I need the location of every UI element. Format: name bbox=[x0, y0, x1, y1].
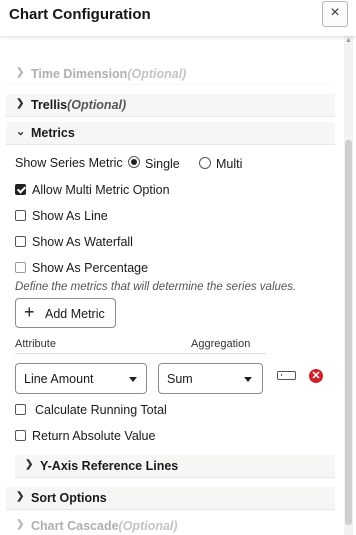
section-label: Chart Cascade bbox=[31, 519, 119, 533]
caret-down-icon bbox=[244, 377, 252, 382]
radio-single-label: Single bbox=[145, 157, 180, 171]
remove-icon: ✕ bbox=[311, 370, 321, 382]
caret-down-icon bbox=[129, 377, 137, 382]
close-button[interactable]: × bbox=[322, 1, 348, 27]
remove-button[interactable]: ✕ bbox=[309, 369, 323, 383]
allow-multi-checkbox[interactable] bbox=[15, 184, 26, 195]
chevron-right-icon: ❯ bbox=[16, 491, 25, 502]
section-sort-options[interactable]: ❯ Sort Options bbox=[6, 487, 335, 510]
section-label: Trellis bbox=[31, 98, 68, 112]
config-panel: ❯ Time Dimension(Optional) ❯ Trellis(Opt… bbox=[0, 36, 356, 535]
add-metric-label: Add Metric bbox=[45, 307, 105, 321]
section-label: Y-Axis Reference Lines bbox=[40, 459, 179, 473]
chevron-right-icon: ❯ bbox=[16, 98, 25, 109]
format-button[interactable] bbox=[277, 371, 296, 380]
metrics-hint: Define the metrics that will determine t… bbox=[15, 281, 297, 293]
attribute-value: Line Amount bbox=[24, 372, 94, 386]
section-time-dimension[interactable]: ❯ Time Dimension(Optional) bbox=[6, 66, 335, 85]
optional-tag: (Optional) bbox=[67, 98, 127, 112]
aggregation-select[interactable]: Sum bbox=[158, 363, 263, 394]
show-as-line-label: Show As Line bbox=[32, 209, 108, 223]
chevron-right-icon: ❯ bbox=[16, 519, 25, 530]
show-as-percentage-label: Show As Percentage bbox=[32, 261, 149, 275]
show-as-waterfall-label: Show As Waterfall bbox=[32, 235, 133, 249]
show-series-label: Show Series Metric bbox=[15, 156, 123, 170]
aggregation-header: Aggregation bbox=[191, 338, 251, 350]
section-label: Sort Options bbox=[31, 491, 107, 505]
radio-single[interactable] bbox=[128, 156, 140, 168]
format-icon bbox=[281, 374, 286, 376]
show-as-percentage-checkbox[interactable] bbox=[15, 262, 26, 273]
section-metrics[interactable]: ⌄ Metrics bbox=[6, 122, 335, 145]
radio-multi-label: Multi bbox=[216, 157, 243, 171]
dialog-header: Chart Configuration × bbox=[0, 0, 356, 36]
section-chart-cascade[interactable]: ❯ Chart Cascade(Optional) bbox=[6, 517, 335, 535]
section-label: Metrics bbox=[31, 126, 75, 140]
attribute-select[interactable]: Line Amount bbox=[15, 363, 147, 394]
running-total-checkbox[interactable] bbox=[15, 404, 26, 415]
section-trellis[interactable]: ❯ Trellis(Optional) bbox=[6, 94, 335, 117]
aggregation-value: Sum bbox=[167, 372, 193, 386]
show-as-line-checkbox[interactable] bbox=[15, 210, 26, 221]
allow-multi-label: Allow Multi Metric Option bbox=[32, 183, 170, 197]
show-as-waterfall-checkbox[interactable] bbox=[15, 236, 26, 247]
plus-icon: + bbox=[24, 302, 35, 322]
chevron-down-icon: ⌄ bbox=[16, 126, 26, 138]
attribute-header: Attribute bbox=[15, 338, 56, 350]
radio-multi[interactable] bbox=[199, 157, 211, 169]
optional-tag: (Optional) bbox=[127, 67, 187, 81]
dialog-title: Chart Configuration bbox=[9, 6, 151, 23]
optional-tag: (Optional) bbox=[118, 519, 178, 533]
header-divider bbox=[15, 353, 266, 354]
absolute-value-label: Return Absolute Value bbox=[32, 429, 156, 443]
absolute-value-checkbox[interactable] bbox=[15, 430, 26, 441]
chevron-right-icon: ❯ bbox=[25, 459, 34, 470]
close-icon: × bbox=[330, 4, 340, 21]
add-metric-button[interactable]: + Add Metric bbox=[15, 298, 116, 328]
section-y-axis-reference-lines[interactable]: ❯ Y-Axis Reference Lines bbox=[15, 455, 335, 478]
running-total-label: Calculate Running Total bbox=[35, 403, 167, 417]
chevron-right-icon: ❯ bbox=[16, 67, 25, 78]
section-label: Time Dimension bbox=[31, 67, 128, 81]
